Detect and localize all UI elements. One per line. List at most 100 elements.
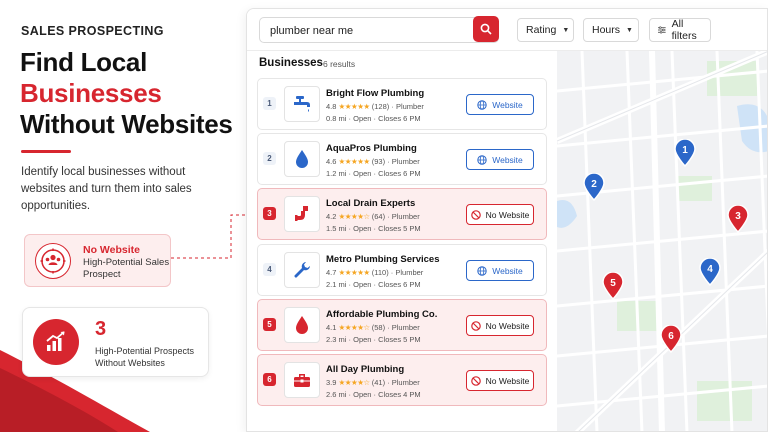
map-pin-label: 6 — [668, 331, 674, 342]
map-pin-6[interactable]: 6 — [660, 325, 682, 353]
all-filters-label: All filters — [671, 18, 697, 42]
business-category: Plumber — [395, 102, 424, 111]
no-website-button[interactable]: No Website — [466, 315, 534, 336]
list-item[interactable]: 1 Bright Flow Plumbing 4.8 ★★★★★ (128) ·… — [257, 78, 547, 130]
business-name: Local Drain Experts — [326, 198, 416, 209]
closing-time: Closes 6 PM — [378, 280, 421, 289]
headline: Find Local Businesses Without Websites — [20, 47, 233, 140]
star-rating: ★★★★★ — [338, 268, 371, 277]
business-name: AquaPros Plumbing — [326, 143, 417, 154]
rating-value: 4.1 — [326, 323, 337, 332]
website-button[interactable]: Website — [466, 94, 534, 115]
review-count: (93) — [371, 157, 386, 166]
map-pin-label: 1 — [682, 145, 688, 156]
globe-icon — [477, 99, 487, 110]
list-item[interactable]: 3 Local Drain Experts 4.2 ★★★★☆ (64) · P… — [257, 188, 547, 240]
rating-value: 3.9 — [326, 378, 337, 387]
headline-divider — [21, 150, 71, 153]
no-website-card-title: No Website — [83, 244, 140, 256]
map-pin-label: 5 — [610, 278, 616, 289]
rating-value: 4.2 — [326, 212, 337, 221]
distance: 2.1 mi — [326, 280, 347, 289]
map-pin-5[interactable]: 5 — [602, 272, 624, 300]
map-streets — [557, 51, 767, 431]
all-filters-button[interactable]: All filters — [649, 18, 711, 42]
no-website-button[interactable]: No Website — [466, 370, 534, 391]
row-index: 6 — [263, 373, 276, 386]
water-drop-icon — [284, 307, 320, 343]
closing-time: Closes 6 PM — [378, 114, 421, 123]
search-button[interactable] — [473, 16, 499, 42]
water-drop-icon — [284, 141, 320, 177]
globe-icon — [477, 265, 487, 276]
app-window: Rating ▼ Hours ▼ All filters Bus — [246, 8, 768, 432]
review-count: (110) — [371, 268, 389, 277]
business-name: Metro Plumbing Services — [326, 254, 440, 265]
faucet-icon — [284, 86, 320, 122]
business-hours: 1.5 mi · Open · Closes 5 PM — [326, 224, 421, 233]
row-index: 4 — [263, 263, 276, 276]
search-input[interactable] — [270, 22, 470, 40]
distance: 2.6 mi — [326, 390, 347, 399]
business-category: Plumber — [391, 157, 420, 166]
globe-icon — [477, 154, 487, 165]
list-item[interactable]: 5 Affordable Plumbing Co. 4.1 ★★★★☆ (58)… — [257, 299, 547, 351]
no-website-card-subtitle: High-Potential Sales Prospect — [83, 257, 170, 280]
business-name: Bright Flow Plumbing — [326, 88, 425, 99]
rating-filter[interactable]: Rating ▼ — [517, 18, 574, 42]
no-website-button-label: No Website — [485, 375, 530, 386]
prospect-count-label: High-Potential Prospects Without Website… — [95, 346, 195, 368]
wrench-icon — [284, 252, 320, 288]
business-list: Businesses 6 results 1 Bright Flow Plumb… — [247, 51, 557, 431]
prospect-count-card: 3 High-Potential Prospects Without Websi… — [22, 307, 209, 377]
sliders-icon — [658, 26, 666, 34]
row-index: 5 — [263, 318, 276, 331]
slide: SALES PROSPECTING Find Local Businesses … — [0, 0, 768, 432]
subtext: Identify local businesses without websit… — [21, 166, 192, 212]
row-index: 3 — [263, 207, 276, 220]
star-rating: ★★★★☆ — [338, 378, 371, 387]
map-pin-3[interactable]: 3 — [727, 205, 749, 233]
business-category: Plumber — [391, 323, 420, 332]
row-index: 1 — [263, 97, 276, 110]
no-website-button[interactable]: No Website — [466, 204, 534, 225]
website-button[interactable]: Website — [466, 260, 534, 281]
map-pin-4[interactable]: 4 — [699, 258, 721, 286]
map-view[interactable]: 1 2 3 4 5 6 — [557, 51, 767, 431]
map-pin-label: 4 — [707, 264, 713, 275]
headline-line-2: Businesses — [20, 78, 162, 108]
open-status: Open — [353, 169, 372, 178]
list-item[interactable]: 2 AquaPros Plumbing 4.6 ★★★★★ (93) · Plu… — [257, 133, 547, 185]
star-rating: ★★★★☆ — [338, 212, 371, 221]
chevron-down-icon: ▼ — [626, 26, 633, 34]
no-website-button-label: No Website — [485, 320, 530, 331]
website-button-label: Website — [492, 99, 523, 110]
growth-chart-icon — [33, 319, 79, 365]
rating-value: 4.6 — [326, 157, 337, 166]
map-pin-label: 3 — [735, 211, 741, 222]
open-status: Open — [353, 280, 372, 289]
website-button-label: Website — [492, 265, 523, 276]
business-hours: 0.8 mi · Open · Closes 6 PM — [326, 114, 421, 123]
distance: 1.2 mi — [326, 169, 347, 178]
list-item[interactable]: 4 Metro Plumbing Services 4.7 ★★★★★ (110… — [257, 244, 547, 296]
no-website-button-label: No Website — [485, 209, 530, 220]
open-status: Open — [353, 390, 372, 399]
closing-time: Closes 5 PM — [378, 335, 421, 344]
business-hours: 1.2 mi · Open · Closes 6 PM — [326, 169, 421, 178]
map-pin-2[interactable]: 2 — [583, 173, 605, 201]
website-button[interactable]: Website — [466, 149, 534, 170]
distance: 1.5 mi — [326, 224, 347, 233]
hours-filter[interactable]: Hours ▼ — [583, 18, 639, 42]
pipe-icon — [284, 196, 320, 232]
closing-time: Closes 5 PM — [378, 224, 421, 233]
rating-filter-label: Rating — [526, 24, 557, 36]
chevron-down-icon: ▼ — [562, 26, 570, 34]
rating-value: 4.7 — [326, 268, 337, 277]
map-pin-1[interactable]: 1 — [674, 139, 696, 167]
search-icon — [480, 23, 492, 35]
hours-filter-label: Hours — [592, 24, 621, 36]
business-category: Plumber — [391, 378, 420, 387]
list-item[interactable]: 6 All Day Plumbing 3.9 ★★★★☆ (41) · Plum… — [257, 354, 547, 406]
review-count: (128) — [371, 102, 390, 111]
